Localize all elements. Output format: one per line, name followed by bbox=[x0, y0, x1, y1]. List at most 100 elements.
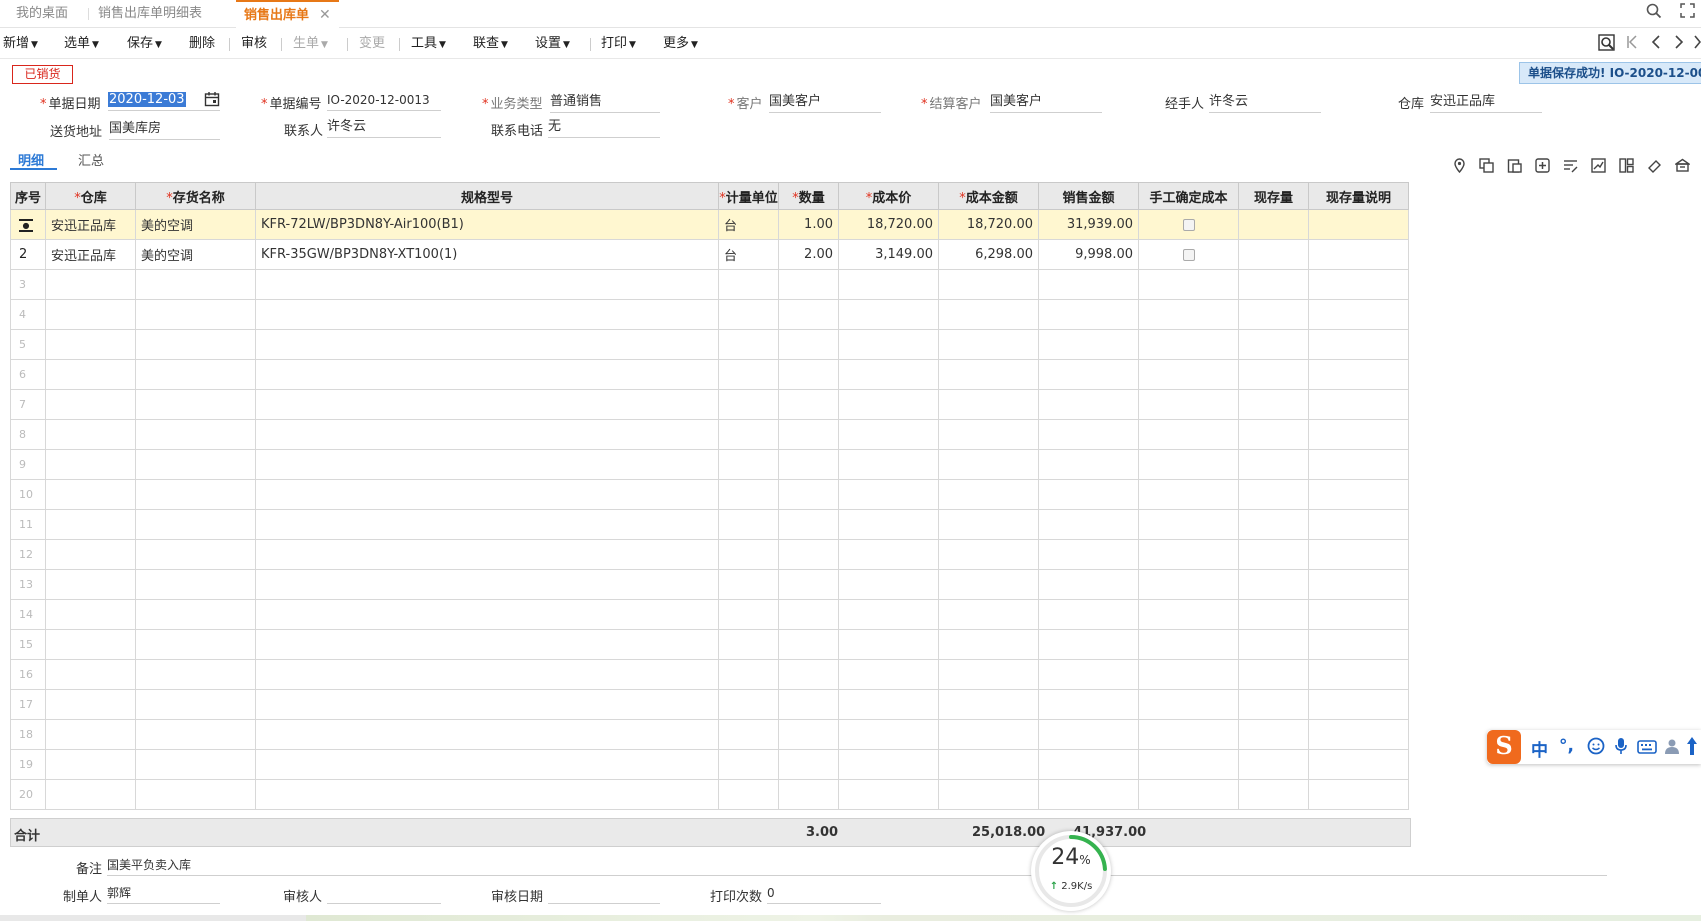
emoji-icon[interactable] bbox=[1587, 737, 1605, 760]
cell-warehouse[interactable] bbox=[45, 419, 136, 450]
cell-spec[interactable] bbox=[255, 749, 719, 780]
cell-cost-amount[interactable] bbox=[938, 779, 1039, 810]
cell-cost-price[interactable] bbox=[838, 359, 939, 390]
cell-sale-amount[interactable] bbox=[1038, 719, 1139, 750]
cell-item-name[interactable] bbox=[135, 389, 256, 420]
table-row[interactable]: 11 bbox=[10, 509, 1409, 540]
cell-manual-cost[interactable] bbox=[1138, 569, 1239, 600]
next-record-icon[interactable] bbox=[1672, 34, 1686, 54]
cell-item-name[interactable] bbox=[135, 539, 256, 570]
cell-cost-price[interactable] bbox=[838, 329, 939, 360]
cell-manual-cost[interactable] bbox=[1138, 239, 1239, 270]
copy-row-icon[interactable] bbox=[1479, 158, 1494, 177]
table-row[interactable]: ● 安迅正品库 美的空调 KFR-72LW/BP3DN8Y-Air100(B1)… bbox=[10, 209, 1409, 240]
cell-qty[interactable] bbox=[778, 539, 839, 570]
cell-item-name[interactable] bbox=[135, 269, 256, 300]
cell-manual-cost[interactable] bbox=[1138, 719, 1239, 750]
cell-unit[interactable] bbox=[718, 629, 779, 660]
cell-sale-amount[interactable] bbox=[1038, 359, 1139, 390]
cell-sale-amount[interactable] bbox=[1038, 599, 1139, 630]
cell-manual-cost[interactable] bbox=[1138, 329, 1239, 360]
cell-spec[interactable] bbox=[255, 599, 719, 630]
cell-qty[interactable] bbox=[778, 719, 839, 750]
cell-item-name[interactable] bbox=[135, 509, 256, 540]
add-row-icon[interactable] bbox=[1535, 158, 1550, 177]
cell-stock[interactable] bbox=[1238, 689, 1309, 720]
location-icon[interactable] bbox=[1452, 158, 1467, 177]
cell-stock-note[interactable] bbox=[1308, 209, 1409, 240]
tab-desktop[interactable]: 我的桌面 bbox=[8, 0, 76, 28]
cell-cost-amount[interactable] bbox=[938, 299, 1039, 330]
cell-stock[interactable] bbox=[1238, 779, 1309, 810]
cell-spec[interactable]: KFR-72LW/BP3DN8Y-Air100(B1) bbox=[255, 209, 719, 240]
cell-spec[interactable] bbox=[255, 659, 719, 690]
cell-warehouse[interactable] bbox=[45, 269, 136, 300]
table-row[interactable]: 15 bbox=[10, 629, 1409, 660]
remark-field[interactable]: 国美平负卖入库 bbox=[107, 856, 1607, 876]
table-row[interactable]: 8 bbox=[10, 419, 1409, 450]
cell-stock-note[interactable] bbox=[1308, 269, 1409, 300]
cell-unit[interactable] bbox=[718, 479, 779, 510]
cell-stock[interactable] bbox=[1238, 209, 1309, 240]
cell-stock[interactable] bbox=[1238, 659, 1309, 690]
table-row[interactable]: 2 安迅正品库 美的空调 KFR-35GW/BP3DN8Y-XT100(1) 台… bbox=[10, 239, 1409, 270]
cell-stock[interactable] bbox=[1238, 329, 1309, 360]
cell-stock-note[interactable] bbox=[1308, 629, 1409, 660]
up-arrow-icon[interactable] bbox=[1686, 736, 1698, 761]
settings-button[interactable]: 设置 ▼ bbox=[535, 29, 570, 59]
cell-warehouse[interactable] bbox=[45, 329, 136, 360]
cell-unit[interactable] bbox=[718, 719, 779, 750]
cell-cost-amount[interactable] bbox=[938, 629, 1039, 660]
cell-sale-amount[interactable] bbox=[1038, 689, 1139, 720]
cell-spec[interactable] bbox=[255, 299, 719, 330]
cell-manual-cost[interactable] bbox=[1138, 419, 1239, 450]
eraser-icon[interactable] bbox=[1647, 158, 1662, 177]
cell-spec[interactable] bbox=[255, 479, 719, 510]
cell-sale-amount[interactable] bbox=[1038, 389, 1139, 420]
microphone-icon[interactable] bbox=[1614, 737, 1628, 760]
cell-sale-amount[interactable] bbox=[1038, 749, 1139, 780]
user-icon[interactable] bbox=[1664, 738, 1680, 760]
cell-stock[interactable] bbox=[1238, 239, 1309, 270]
cell-stock[interactable] bbox=[1238, 389, 1309, 420]
cell-sale-amount[interactable] bbox=[1038, 269, 1139, 300]
cell-stock-note[interactable] bbox=[1308, 659, 1409, 690]
cell-warehouse[interactable]: 安迅正品库 bbox=[45, 209, 136, 240]
manual-cost-checkbox[interactable] bbox=[1182, 248, 1195, 261]
cell-cost-amount[interactable] bbox=[938, 449, 1039, 480]
cell-manual-cost[interactable] bbox=[1138, 629, 1239, 660]
last-record-icon[interactable] bbox=[1694, 34, 1701, 54]
cell-item-name[interactable] bbox=[135, 479, 256, 510]
cell-unit[interactable] bbox=[718, 659, 779, 690]
more-button[interactable]: 更多 ▼ bbox=[663, 29, 698, 59]
cell-stock-note[interactable] bbox=[1308, 719, 1409, 750]
cell-manual-cost[interactable] bbox=[1138, 779, 1239, 810]
cell-stock[interactable] bbox=[1238, 359, 1309, 390]
table-row[interactable]: 16 bbox=[10, 659, 1409, 690]
table-row[interactable]: 3 bbox=[10, 269, 1409, 300]
date-field[interactable]: 2020-12-03 bbox=[108, 91, 220, 111]
pick-button[interactable]: 选单 ▼ bbox=[64, 29, 99, 59]
cell-qty[interactable] bbox=[778, 449, 839, 480]
close-icon[interactable]: ✕ bbox=[319, 7, 331, 23]
handler-field[interactable]: 许冬云 bbox=[1209, 93, 1321, 113]
cell-cost-amount[interactable] bbox=[938, 419, 1039, 450]
cell-spec[interactable] bbox=[255, 329, 719, 360]
cell-unit[interactable] bbox=[718, 329, 779, 360]
cell-cost-amount[interactable] bbox=[938, 329, 1039, 360]
cell-warehouse[interactable] bbox=[45, 749, 136, 780]
cell-spec[interactable]: KFR-35GW/BP3DN8Y-XT100(1) bbox=[255, 239, 719, 270]
network-speed-widget[interactable]: 24% ↑ 2.9K/s bbox=[1031, 831, 1111, 911]
ime-lang-toggle[interactable]: 中 bbox=[1531, 736, 1548, 761]
cell-sale-amount[interactable] bbox=[1038, 569, 1139, 600]
cell-warehouse[interactable] bbox=[45, 599, 136, 630]
cell-stock[interactable] bbox=[1238, 539, 1309, 570]
cell-unit[interactable] bbox=[718, 299, 779, 330]
cell-item-name[interactable] bbox=[135, 419, 256, 450]
tools-button[interactable]: 工具 ▼ bbox=[411, 29, 446, 59]
cell-manual-cost[interactable] bbox=[1138, 299, 1239, 330]
cell-manual-cost[interactable] bbox=[1138, 749, 1239, 780]
cell-stock-note[interactable] bbox=[1308, 299, 1409, 330]
audit-date-field[interactable] bbox=[548, 884, 660, 904]
cell-item-name[interactable] bbox=[135, 569, 256, 600]
